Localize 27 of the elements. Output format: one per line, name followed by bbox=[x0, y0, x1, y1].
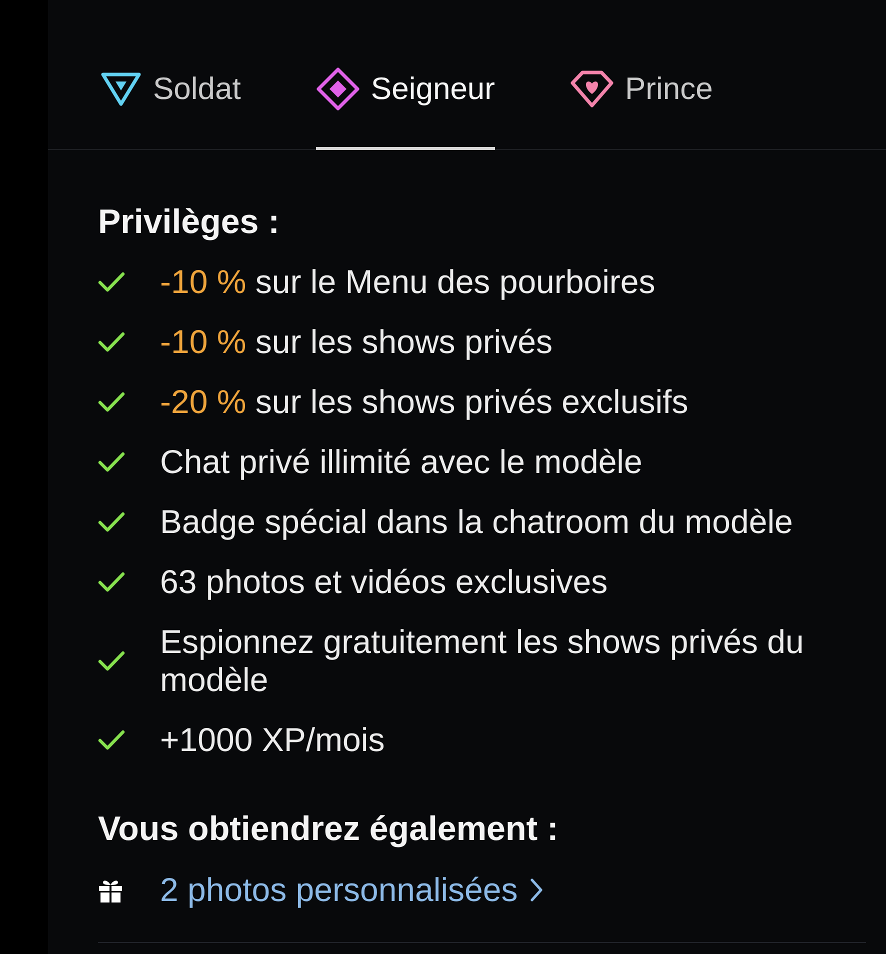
check-icon bbox=[98, 272, 125, 292]
privilege-text: Espionnez gratuitement les shows privés du modèle bbox=[160, 623, 805, 699]
check-icon bbox=[98, 651, 125, 671]
tab-label: Soldat bbox=[153, 70, 241, 106]
tier-tab[interactable]: Prince bbox=[570, 0, 713, 150]
privilege-text: -10 % sur les shows privés bbox=[160, 323, 552, 361]
privilege-text: Badge spécial dans la chatroom du modèle bbox=[160, 503, 793, 541]
chevron-right-icon bbox=[530, 878, 543, 902]
privilege-text: +1000 XP/mois bbox=[160, 721, 385, 759]
gift-icon bbox=[98, 878, 123, 902]
reward-link[interactable]: 2 photos personnalisées bbox=[160, 871, 543, 909]
check-icon bbox=[98, 730, 125, 750]
privilege-text: 63 photos et vidéos exclusives bbox=[160, 563, 608, 601]
section-heading: Privilèges : bbox=[98, 202, 280, 242]
check-icon bbox=[98, 392, 125, 412]
check-icon bbox=[98, 332, 125, 352]
privilege-text: -10 % sur le Menu des pourboires bbox=[160, 263, 656, 301]
tier-tab[interactable]: Soldat bbox=[100, 0, 241, 150]
tab-label: Prince bbox=[625, 70, 713, 106]
check-icon bbox=[98, 572, 125, 592]
tier-tab[interactable]: Seigneur bbox=[316, 0, 495, 150]
section-heading: Vous obtiendrez également : bbox=[98, 809, 560, 849]
privilege-text: Chat privé illimité avec le modèle bbox=[160, 443, 642, 481]
check-icon bbox=[98, 512, 125, 532]
privilege-text: -20 % sur les shows privés exclusifs bbox=[160, 383, 688, 421]
check-icon bbox=[98, 452, 125, 472]
tab-label: Seigneur bbox=[370, 70, 495, 106]
